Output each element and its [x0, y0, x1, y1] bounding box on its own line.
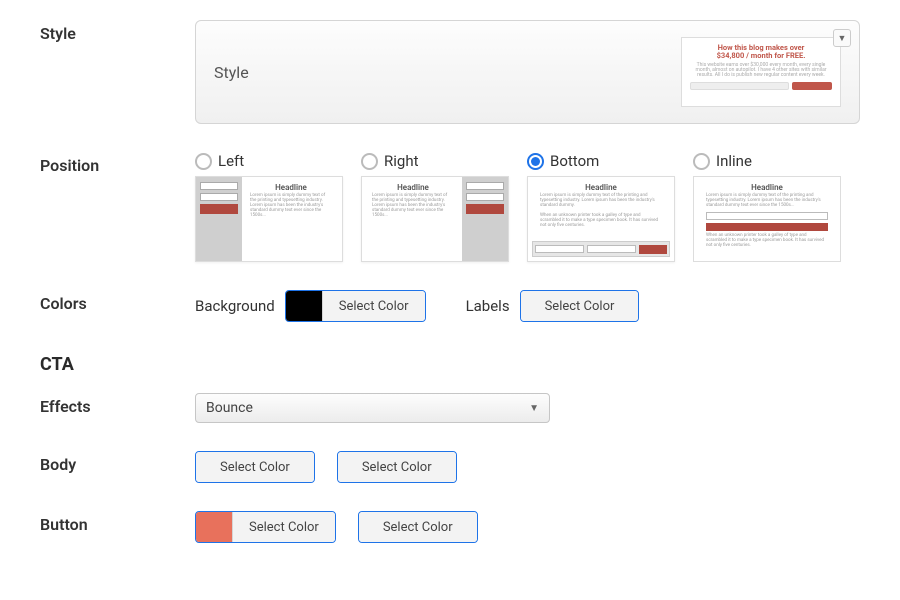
radio-left-label: Left — [218, 152, 244, 170]
cta-button-color-picker-1[interactable]: Select Color — [195, 511, 336, 543]
preview-body-text: This website earns over $30,000 every mo… — [690, 63, 832, 78]
cta-body-color-picker-1[interactable]: Select Color — [195, 451, 315, 483]
position-thumb-bottom: Headline Lorem ipsum is simply dummy tex… — [527, 176, 675, 262]
colors-background-label: Background — [195, 297, 275, 315]
colors-background-swatch — [286, 291, 322, 321]
cta-body-label: Body — [40, 451, 195, 474]
chevron-down-icon: ▼ — [529, 403, 539, 414]
position-option-bottom[interactable]: Bottom Headline Lorem ipsum is simply du… — [527, 152, 675, 262]
select-color-text: Select Color — [359, 512, 477, 542]
colors-background-picker[interactable]: Select Color — [285, 290, 426, 322]
radio-bottom-label: Bottom — [550, 152, 599, 170]
colors-labels-label: Labels — [466, 297, 510, 315]
position-label: Position — [40, 152, 195, 175]
select-color-text: Select Color — [232, 512, 335, 542]
colors-labels-picker[interactable]: Select Color — [520, 290, 640, 322]
select-color-text: Select Color — [322, 291, 425, 321]
preview-subscribe-button — [792, 82, 832, 90]
cta-button-label: Button — [40, 511, 195, 534]
cta-effects-label: Effects — [40, 393, 195, 416]
preview-input — [690, 82, 789, 90]
chevron-down-icon[interactable]: ▼ — [833, 29, 851, 47]
position-thumb-inline: Headline Lorem ipsum is simply dummy tex… — [693, 176, 841, 262]
select-color-text: Select Color — [196, 452, 314, 482]
radio-right-label: Right — [384, 152, 418, 170]
radio-right[interactable] — [361, 153, 378, 170]
position-option-right[interactable]: Right Headline Lorem ipsum is simply dum… — [361, 152, 509, 262]
radio-left[interactable] — [195, 153, 212, 170]
cta-effects-select[interactable]: Bounce ▼ — [195, 393, 550, 423]
style-preview-thumbnail: × How this blog makes over $34,800 / mon… — [681, 37, 841, 107]
radio-inline[interactable] — [693, 153, 710, 170]
style-label: Style — [40, 20, 195, 43]
colors-label: Colors — [40, 290, 195, 313]
position-thumb-left: Headline Lorem ipsum is simply dummy tex… — [195, 176, 343, 262]
cta-body-color-picker-2[interactable]: Select Color — [337, 451, 457, 483]
position-option-left[interactable]: Left Headline Lorem ipsum is simply dumm… — [195, 152, 343, 262]
select-color-text: Select Color — [521, 291, 639, 321]
preview-title: How this blog makes over $34,800 / month… — [690, 44, 832, 61]
style-panel-text: Style — [214, 63, 249, 82]
cta-button-color-picker-2[interactable]: Select Color — [358, 511, 478, 543]
position-option-inline[interactable]: Inline Headline Lorem ipsum is simply du… — [693, 152, 841, 262]
cta-effects-value: Bounce — [206, 400, 253, 416]
select-color-text: Select Color — [338, 452, 456, 482]
radio-inline-label: Inline — [716, 152, 752, 170]
cta-button-swatch — [196, 512, 232, 542]
radio-bottom[interactable] — [527, 153, 544, 170]
position-thumb-right: Headline Lorem ipsum is simply dummy tex… — [361, 176, 509, 262]
cta-section-label: CTA — [40, 350, 195, 375]
style-dropdown-panel[interactable]: Style × How this blog makes over $34,800… — [195, 20, 860, 124]
